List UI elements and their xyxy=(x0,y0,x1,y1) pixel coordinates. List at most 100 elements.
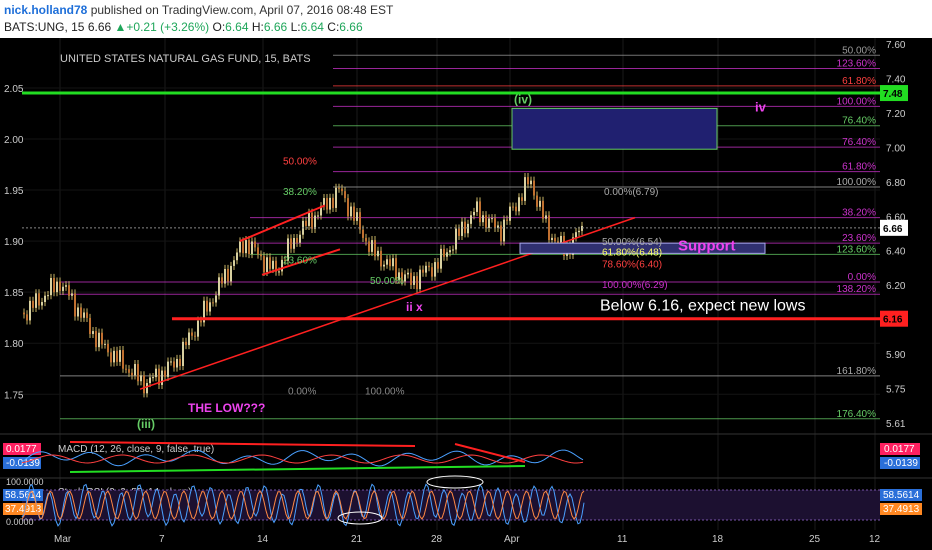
candle-body xyxy=(329,197,331,210)
candle-body xyxy=(161,370,163,385)
publish-info: published on TradingView.com, April 07, … xyxy=(87,3,394,17)
candle-body xyxy=(413,276,415,285)
low-label: L: xyxy=(290,20,301,34)
close-label: C: xyxy=(327,20,340,34)
candle-body xyxy=(512,206,514,208)
stoch-value: 58.5614 xyxy=(883,490,920,501)
candle-body xyxy=(536,195,538,207)
inline-fib-label: 100.00%(6.29) xyxy=(602,280,668,291)
candle-body xyxy=(47,295,49,297)
x-axis-tick: 11 xyxy=(617,534,628,545)
right-axis-tick: 7.00 xyxy=(886,143,906,154)
candle-body xyxy=(254,241,256,248)
left-axis-tick: 1.75 xyxy=(4,390,24,401)
close-value: 6.66 xyxy=(339,20,363,34)
open-label: O: xyxy=(212,20,226,34)
candle-body xyxy=(245,240,247,254)
candle-body xyxy=(539,200,541,207)
macd-value: -0.0139 xyxy=(884,458,918,469)
price-change: +0.21 (+3.26%) xyxy=(126,20,210,34)
candle-body xyxy=(185,341,187,346)
fib-level-label: 138.20% xyxy=(837,284,877,295)
candle-body xyxy=(389,259,391,267)
candle-body xyxy=(236,252,238,261)
inline-fib-label: 100.00% xyxy=(365,386,405,397)
inline-fib-label: 78.60%(6.40) xyxy=(602,260,662,271)
candle-body xyxy=(239,241,241,253)
candle-body xyxy=(437,262,439,269)
candle-body xyxy=(404,274,406,282)
candle-body xyxy=(101,332,103,345)
x-axis-tick: 18 xyxy=(712,534,724,545)
chart-canvas[interactable]: 50.00% 123.60% 61.80% 100.00% 76.40% 76.40% 61… xyxy=(0,38,932,550)
candle-body xyxy=(104,343,106,345)
support-label: Support xyxy=(678,237,736,254)
candle-body xyxy=(149,377,151,384)
candle-body xyxy=(515,206,517,212)
right-axis-tick: 6.40 xyxy=(886,247,906,258)
candle-body xyxy=(137,364,139,382)
chart-area[interactable]: 50.00% 123.60% 61.80% 100.00% 76.40% 76.40% 61… xyxy=(0,38,932,550)
x-axis-tick: 12 xyxy=(869,534,881,545)
candle-body xyxy=(110,352,112,363)
candle-body xyxy=(107,343,109,353)
open-value: 6.64 xyxy=(225,20,249,34)
inline-fib-label: 0.00% xyxy=(288,386,316,397)
candle-body xyxy=(422,269,424,273)
macd-value: -0.0139 xyxy=(6,458,40,469)
fib-level-label: 50.00% xyxy=(842,45,876,56)
wave-iv-target-box xyxy=(511,107,718,150)
candle-body xyxy=(314,215,316,229)
candle-body xyxy=(122,350,124,369)
candle-body xyxy=(83,312,85,318)
publish-header: nick.holland78 published on TradingView.… xyxy=(0,0,932,38)
x-axis-tick: 25 xyxy=(809,534,821,545)
candle-body xyxy=(89,317,91,334)
candle-body xyxy=(548,215,550,240)
candle-body xyxy=(575,232,577,238)
candle-body xyxy=(311,212,313,229)
candle-body xyxy=(305,220,307,226)
inline-fib-label: 50.00% xyxy=(283,157,317,168)
candle-body xyxy=(170,361,172,363)
candle-body xyxy=(506,219,508,221)
indicator-panes: MACD (12, 26, close, 9, false, true)Stoc… xyxy=(0,433,932,527)
inline-fib-label: 23.60% xyxy=(283,256,317,267)
stoch-tick: 100.0000 xyxy=(6,477,44,487)
candle-body xyxy=(443,248,445,257)
candle-body xyxy=(164,370,166,377)
left-axis-tick: 1.85 xyxy=(4,288,24,299)
fib-level-label: 61.80% xyxy=(842,162,876,173)
candle-body xyxy=(59,281,61,291)
candle-body xyxy=(416,276,418,290)
symbol-line: BATS:UNG, 15 6.66 ▲+0.21 (+3.26%) O:6.64… xyxy=(4,20,363,34)
candle-body xyxy=(455,228,457,250)
candle-body xyxy=(434,262,436,277)
candle-body xyxy=(209,302,211,312)
inline-fib-label: 0.00%(6.79) xyxy=(604,187,658,198)
candle-body xyxy=(347,198,349,217)
wave-iv-magenta-label: iv xyxy=(755,99,767,114)
candle-body xyxy=(257,247,259,255)
candle-body xyxy=(326,198,328,210)
candle-body xyxy=(143,375,145,394)
candle-body xyxy=(581,225,583,231)
candle-body xyxy=(446,252,448,257)
candle-body xyxy=(62,286,64,291)
fib-level-label: 161.80% xyxy=(837,366,877,377)
up-arrow-icon: ▲ xyxy=(114,20,127,34)
left-axis-tick: 1.80 xyxy=(4,339,24,350)
candle-body xyxy=(260,254,262,257)
candle-body xyxy=(533,180,535,196)
candle-body xyxy=(578,230,580,233)
right-axis-tick: 5.90 xyxy=(886,350,906,361)
candle-body xyxy=(263,256,265,272)
candle-body xyxy=(479,201,481,223)
candle-body xyxy=(191,332,193,336)
candle-body xyxy=(56,281,58,293)
price-badge-text: 7.48 xyxy=(883,89,903,100)
candle-body xyxy=(50,277,52,296)
candle-body xyxy=(221,277,223,284)
publisher-username[interactable]: nick.holland78 xyxy=(4,3,87,17)
candle-body xyxy=(476,201,478,212)
